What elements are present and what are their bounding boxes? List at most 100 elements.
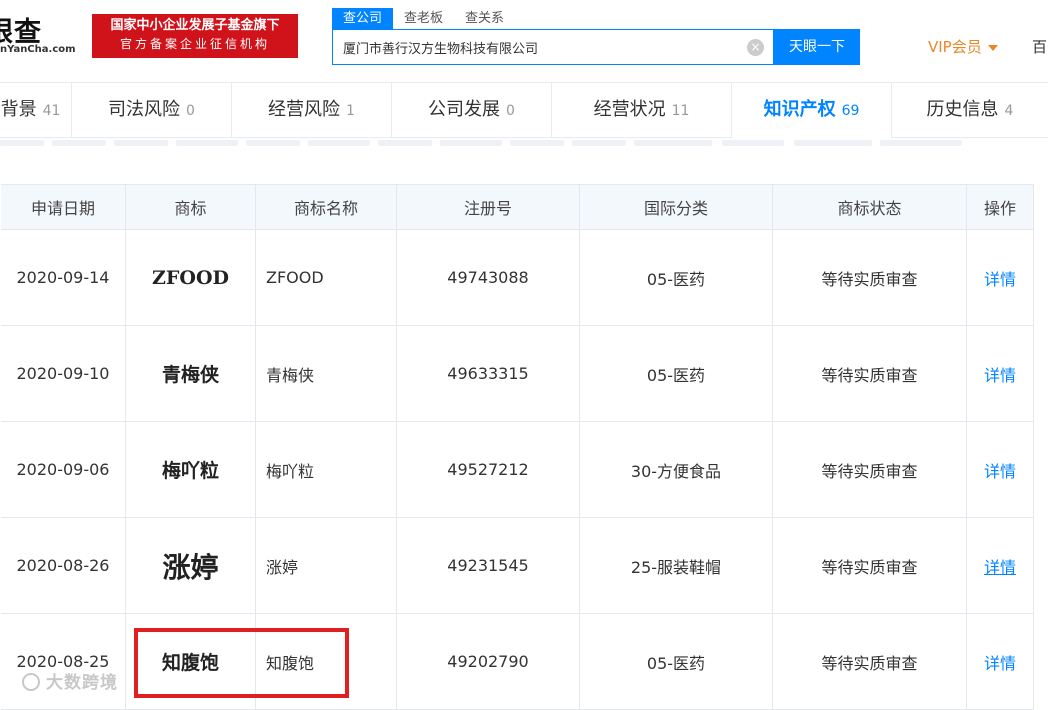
cell-mark-name: 涨婷	[256, 518, 397, 614]
tianyancha-logo[interactable]: 天眼查 nYanCha.com	[0, 10, 86, 60]
nav-label: 司法风险	[108, 99, 181, 120]
chevron-down-icon	[987, 44, 998, 51]
nav-item-background[interactable]: 背景 41	[0, 83, 72, 137]
cell-class: 30-方便食品	[580, 422, 773, 518]
nav-count: 69	[841, 103, 860, 119]
top-header: 天眼查 nYanCha.com 国家中小企业发展子基金旗下 官方备案企业征信机构…	[0, 0, 1048, 82]
search-button[interactable]: 天眼一下	[774, 29, 860, 65]
nav-count: 11	[671, 103, 690, 119]
nav-item-legal-risk[interactable]: 司法风险 0	[72, 83, 232, 137]
nav-item-intellectual-property[interactable]: 知识产权 69	[732, 83, 892, 139]
cell-action: 详情	[967, 614, 1034, 710]
sub-nav-chip[interactable]	[378, 140, 432, 146]
cell-date: 2020-08-26	[1, 518, 126, 614]
sub-nav-chip[interactable]	[794, 140, 872, 146]
cell-date: 2020-09-14	[1, 230, 126, 326]
table-row: 2020-08-26 涨婷 涨婷 49231545 25-服装鞋帽 等待实质审查…	[1, 518, 1035, 614]
sub-nav-chip[interactable]	[114, 140, 168, 146]
nav-item-operation-risk[interactable]: 经营风险 1	[232, 83, 392, 137]
table-row: 2020-09-06 梅吖粒 梅吖粒 49527212 30-方便食品 等待实质…	[1, 422, 1035, 518]
nav-label: 历史信息	[926, 99, 999, 120]
table-row: 2020-09-10 青梅侠 青梅侠 49633315 05-医药 等待实质审查…	[1, 326, 1035, 422]
tab-search-relation[interactable]: 查关系	[454, 8, 515, 30]
detail-link[interactable]: 详情	[984, 554, 1016, 578]
cell-date: 2020-08-25	[1, 614, 126, 710]
logo-domain: nYanCha.com	[0, 44, 76, 55]
cell-mark-name: ZFOOD	[256, 230, 397, 326]
cell-action: 详情	[967, 326, 1034, 422]
nav-label: 背景	[0, 99, 37, 120]
nav-item-development[interactable]: 公司发展 0	[392, 83, 552, 137]
cell-date: 2020-09-06	[1, 422, 126, 518]
cell-action: 详情	[967, 518, 1034, 614]
col-header-mark: 商标	[126, 184, 256, 230]
watermark: 大数跨境	[22, 668, 118, 693]
slogan-line-1: 国家中小企业发展子基金旗下	[110, 18, 280, 33]
cell-class: 05-医药	[580, 230, 773, 326]
cell-class: 25-服装鞋帽	[580, 518, 773, 614]
tab-search-boss[interactable]: 查老板	[393, 8, 454, 30]
sub-nav-chip[interactable]	[510, 140, 564, 146]
detail-link[interactable]: 详情	[984, 458, 1016, 482]
sub-nav-chip[interactable]	[246, 140, 300, 146]
nav-item-history[interactable]: 历史信息 4	[892, 83, 1048, 137]
sub-nav-chip[interactable]	[308, 140, 370, 146]
col-header-class: 国际分类	[580, 184, 773, 230]
sub-nav-chip[interactable]	[572, 140, 626, 146]
col-header-reg-no: 注册号	[397, 184, 580, 230]
table-header-row: 申请日期 商标 商标名称 注册号 国际分类 商标状态 操作	[1, 184, 1035, 230]
col-header-status: 商标状态	[773, 184, 967, 230]
cell-status: 等待实质审查	[773, 326, 967, 422]
cell-class: 05-医药	[580, 614, 773, 710]
detail-link[interactable]: 详情	[984, 266, 1016, 290]
sub-nav-chip[interactable]	[52, 140, 106, 146]
cell-action: 详情	[967, 230, 1034, 326]
watermark-logo-icon	[22, 673, 40, 691]
cell-status: 等待实质审查	[773, 422, 967, 518]
search-type-tabs: 查公司 查老板 查关系	[332, 8, 515, 30]
sub-nav-chip[interactable]	[0, 140, 44, 146]
cell-class: 05-医药	[580, 326, 773, 422]
cell-mark-name: 梅吖粒	[256, 422, 397, 518]
watermark-text: 大数跨境	[46, 673, 118, 693]
cell-action: 详情	[967, 422, 1034, 518]
cell-date: 2020-09-10	[1, 326, 126, 422]
cell-status: 等待实质审查	[773, 518, 967, 614]
cell-mark: 青梅侠	[126, 326, 256, 422]
sub-nav-chip[interactable]	[880, 140, 962, 146]
trademark-image: ZFOOD	[152, 266, 229, 289]
trademark-image: 涨婷	[162, 550, 219, 584]
cell-reg-no: 49202790	[397, 614, 580, 710]
cell-status: 等待实质审查	[773, 230, 967, 326]
cell-reg-no: 49527212	[397, 422, 580, 518]
sub-nav-chip[interactable]	[634, 140, 712, 146]
vip-label: VIP会员	[928, 38, 982, 56]
cell-reg-no: 49633315	[397, 326, 580, 422]
search-input[interactable]	[333, 30, 741, 64]
clear-icon[interactable]: ×	[747, 39, 764, 56]
tab-search-company[interactable]: 查公司	[332, 8, 394, 30]
sub-nav-chip[interactable]	[176, 140, 238, 146]
col-header-action: 操作	[967, 184, 1034, 230]
detail-link[interactable]: 详情	[984, 650, 1016, 674]
header-more-link[interactable]: 百	[1032, 36, 1047, 57]
cell-reg-no: 49231545	[397, 518, 580, 614]
sub-nav-bar	[0, 138, 1048, 156]
col-header-date: 申请日期	[1, 184, 126, 230]
nav-item-business-status[interactable]: 经营状况 11	[552, 83, 732, 137]
sub-nav-chip[interactable]	[722, 140, 784, 146]
nav-label: 经营状况	[593, 99, 666, 120]
vip-member-menu[interactable]: VIP会员	[928, 36, 998, 57]
trademark-image: 梅吖粒	[161, 460, 219, 482]
cell-mark-name: 青梅侠	[256, 326, 397, 422]
col-header-mark-name: 商标名称	[256, 184, 397, 230]
nav-label: 知识产权	[763, 99, 836, 120]
trademark-image: 青梅侠	[161, 364, 219, 386]
slogan-banner: 国家中小企业发展子基金旗下 官方备案企业征信机构	[92, 14, 298, 58]
highlight-box	[134, 628, 349, 698]
cell-mark: ZFOOD	[126, 230, 256, 326]
cell-mark: 涨婷	[126, 518, 256, 614]
cell-reg-no: 49743088	[397, 230, 580, 326]
detail-link[interactable]: 详情	[984, 362, 1016, 386]
sub-nav-chip[interactable]	[440, 140, 502, 146]
